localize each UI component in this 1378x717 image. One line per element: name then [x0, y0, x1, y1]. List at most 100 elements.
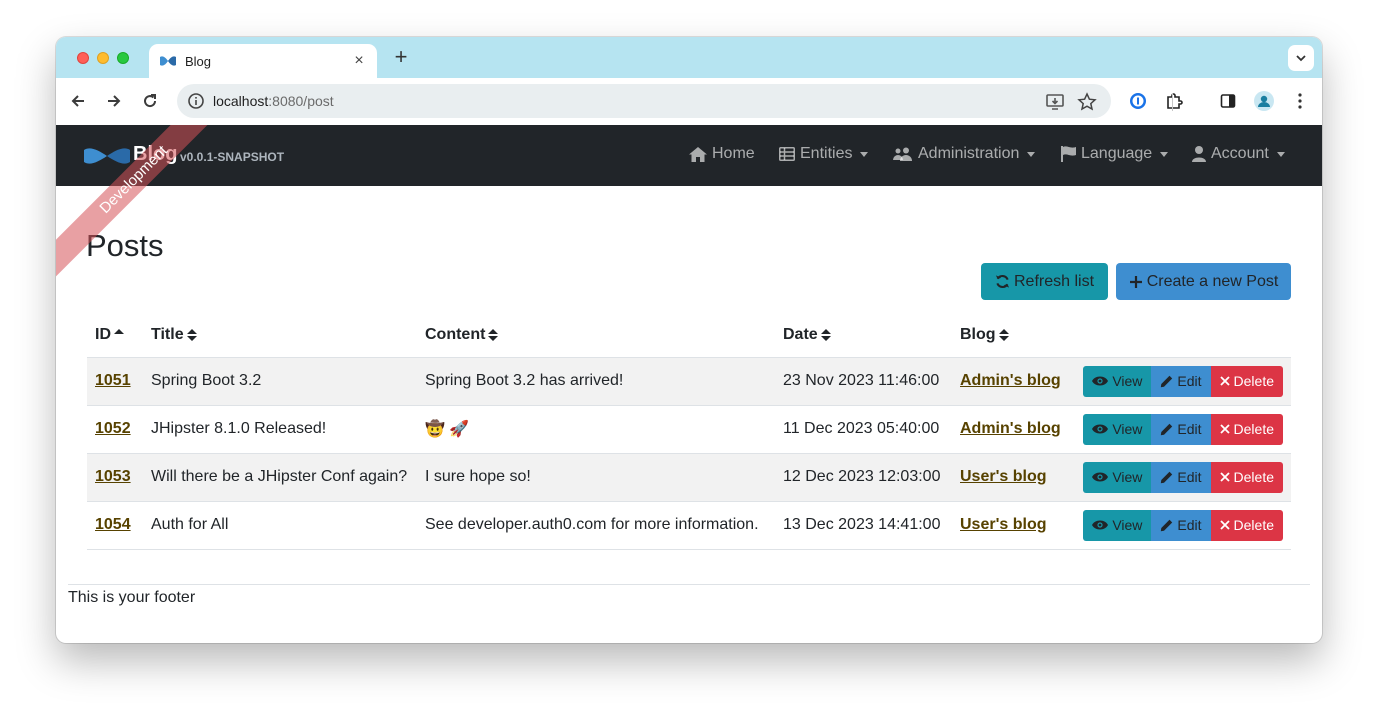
minimize-window-button[interactable] — [97, 52, 109, 64]
edit-label: Edit — [1177, 373, 1202, 389]
browser-toolbar: localhost:8080/post — [56, 78, 1322, 125]
view-label: View — [1112, 517, 1143, 533]
new-tab-button[interactable]: + — [390, 46, 412, 68]
nav-home[interactable]: Home — [689, 145, 755, 163]
create-post-label: Create a new Post — [1146, 272, 1279, 290]
arrow-left-icon — [71, 95, 84, 107]
user-icon — [1192, 146, 1206, 162]
cell-actions: View Edit Delete — [1069, 501, 1291, 550]
delete-button[interactable]: Delete — [1210, 509, 1283, 541]
view-button[interactable]: View — [1083, 461, 1152, 493]
eye-icon — [1092, 376, 1109, 386]
close-window-button[interactable] — [77, 52, 89, 64]
jhipster-favicon-icon — [160, 56, 176, 66]
bookmark-star-icon[interactable] — [1077, 92, 1097, 112]
url-host: localhost — [213, 93, 269, 109]
address-bar[interactable]: localhost:8080/post — [177, 84, 1111, 118]
sort-icon — [488, 328, 499, 341]
delete-button[interactable]: Delete — [1210, 461, 1283, 493]
table-row: 1052 JHipster 8.1.0 Released! 🤠 🚀 11 Dec 20… — [87, 405, 1291, 454]
forward-button[interactable] — [103, 90, 125, 112]
browser-menu-button[interactable] — [1289, 90, 1311, 112]
install-app-icon[interactable] — [1045, 92, 1065, 112]
extensions-button[interactable] — [1163, 90, 1185, 112]
delete-label: Delete — [1233, 469, 1274, 485]
edit-button[interactable]: Edit — [1151, 461, 1211, 493]
table-list-icon — [779, 147, 795, 161]
tab-title: Blog — [185, 53, 212, 69]
edit-button[interactable]: Edit — [1151, 413, 1211, 445]
column-header-content[interactable]: Content — [417, 313, 775, 358]
posts-table: ID Title Content Date Blog 1051 Spring Bo… — [87, 313, 1291, 550]
blog-link[interactable]: User's blog — [960, 468, 1047, 485]
refresh-list-label: Refresh list — [1013, 272, 1095, 290]
column-label: Blog — [960, 325, 996, 343]
edit-button[interactable]: Edit — [1151, 365, 1211, 397]
site-info-icon[interactable] — [187, 92, 205, 110]
create-post-button[interactable]: Create a new Post — [1116, 263, 1291, 300]
column-label: ID — [95, 325, 111, 343]
post-id-link[interactable]: 1054 — [95, 516, 131, 533]
edit-label: Edit — [1177, 421, 1202, 437]
refresh-list-button[interactable]: Refresh list — [981, 263, 1108, 300]
cell-id: 1052 — [87, 405, 143, 454]
tab-close-icon[interactable]: × — [351, 52, 367, 70]
nav-language[interactable]: Language — [1061, 145, 1169, 163]
browser-tab[interactable]: Blog × — [149, 44, 377, 78]
column-header-date[interactable]: Date — [775, 313, 952, 358]
edit-label: Edit — [1177, 517, 1202, 533]
side-panel-button[interactable] — [1217, 90, 1239, 112]
page-footer: This is your footer — [68, 589, 196, 606]
delete-label: Delete — [1233, 421, 1274, 437]
post-id-link[interactable]: 1051 — [95, 372, 131, 389]
column-label: Date — [783, 325, 818, 343]
post-id-link[interactable]: 1053 — [95, 468, 131, 485]
edit-button[interactable]: Edit — [1151, 509, 1211, 541]
nav-language-label: Language — [1081, 145, 1153, 162]
column-header-blog[interactable]: Blog — [952, 313, 1069, 358]
tab-strip: Blog × + — [56, 37, 1322, 78]
view-button[interactable]: View — [1083, 365, 1152, 397]
flag-icon — [1061, 146, 1076, 162]
view-button[interactable]: View — [1083, 509, 1152, 541]
profile-button[interactable] — [1253, 90, 1275, 112]
reload-button[interactable] — [139, 90, 161, 112]
jhipster-logo-icon[interactable] — [84, 146, 130, 166]
caret-down-icon — [1276, 151, 1285, 157]
tab-search-button[interactable] — [1288, 45, 1314, 71]
nav-account[interactable]: Account — [1192, 145, 1285, 163]
brand-title[interactable]: Blog — [133, 143, 177, 166]
column-label: Title — [151, 325, 184, 343]
caret-down-icon — [1160, 151, 1169, 157]
page-title: Posts — [86, 228, 164, 263]
row-actions: View Edit Delete — [1077, 365, 1283, 397]
blog-link[interactable]: User's blog — [960, 516, 1047, 533]
times-icon — [1219, 520, 1230, 530]
column-header-id[interactable]: ID — [87, 313, 143, 358]
post-id-link[interactable]: 1052 — [95, 420, 131, 437]
times-icon — [1219, 472, 1230, 482]
table-row: 1054 Auth for All See developer.auth0.com … — [87, 501, 1291, 550]
delete-button[interactable]: Delete — [1210, 365, 1283, 397]
password-manager-button[interactable] — [1127, 90, 1149, 112]
cell-actions: View Edit Delete — [1069, 405, 1291, 454]
blog-link[interactable]: Admin's blog — [960, 420, 1061, 437]
cell-blog: Admin's blog — [952, 405, 1069, 454]
brand-version: v0.0.1-SNAPSHOT — [180, 150, 285, 164]
view-button[interactable]: View — [1083, 413, 1152, 445]
column-header-title[interactable]: Title — [143, 313, 417, 358]
nav-administration[interactable]: Administration — [893, 145, 1036, 163]
eye-icon — [1092, 520, 1109, 530]
delete-button[interactable]: Delete — [1210, 413, 1283, 445]
delete-label: Delete — [1233, 517, 1274, 533]
view-label: View — [1112, 373, 1143, 389]
times-icon — [1219, 376, 1230, 386]
cell-blog: User's blog — [952, 453, 1069, 502]
pencil-icon — [1161, 423, 1173, 435]
blog-link[interactable]: Admin's blog — [960, 372, 1061, 389]
back-button[interactable] — [67, 90, 89, 112]
eye-icon — [1092, 472, 1109, 482]
cell-id: 1053 — [87, 453, 143, 502]
nav-entities[interactable]: Entities — [779, 145, 869, 163]
maximize-window-button[interactable] — [117, 52, 129, 64]
